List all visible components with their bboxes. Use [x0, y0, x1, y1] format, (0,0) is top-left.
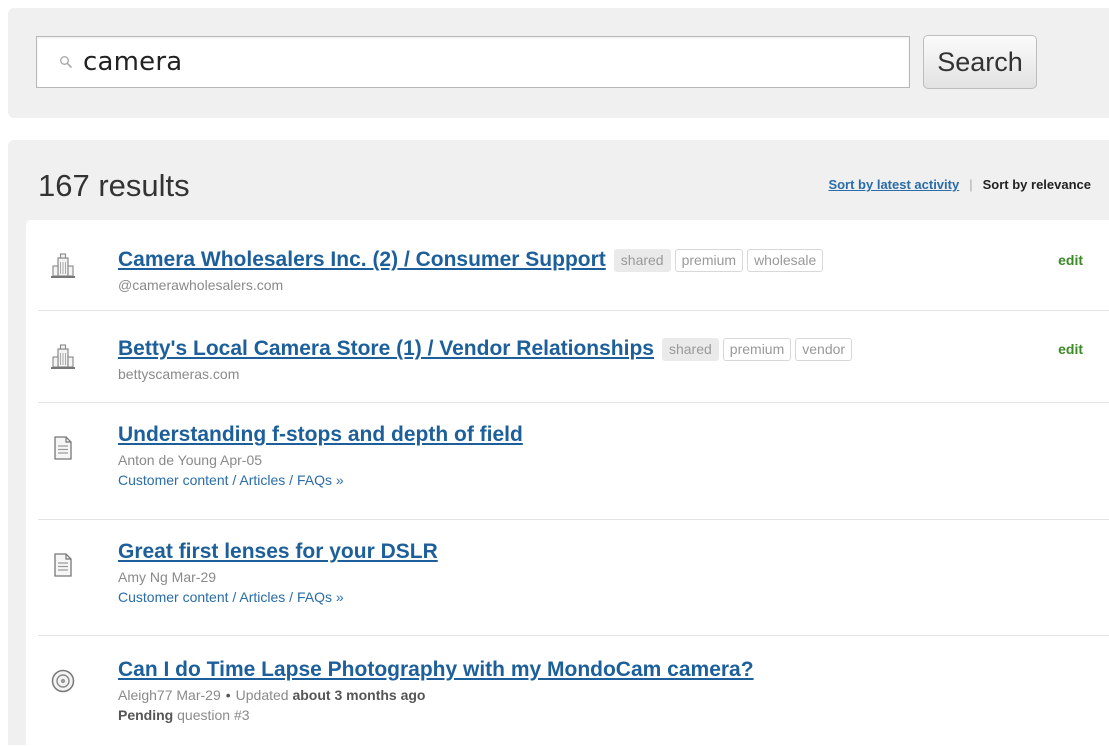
sort-by-latest-activity-link[interactable]: Sort by latest activity: [828, 177, 959, 192]
tag-shared: shared: [613, 248, 671, 272]
results-list: Camera Wholesalers Inc. (2) / Consumer S…: [26, 220, 1109, 745]
updated-label: Updated: [235, 687, 289, 703]
sort-by-relevance-link[interactable]: Sort by relevance: [983, 177, 1091, 192]
result-body: Betty's Local Camera Store (1) / Vendor …: [118, 337, 1109, 382]
edit-link[interactable]: edit: [1058, 252, 1083, 268]
question-icon: [48, 666, 78, 696]
result-body: Can I do Time Lapse Photography with my …: [118, 658, 1109, 723]
result-body: Great first lenses for your DSLR Amy Ng …: [118, 540, 1109, 605]
meta-dot: •: [225, 687, 231, 703]
result-subtitle: bettyscameras.com: [118, 366, 240, 382]
result-title-line: Great first lenses for your DSLR: [118, 540, 1109, 564]
result-author-date: Anton de Young Apr-05: [118, 452, 263, 468]
result-item: Can I do Time Lapse Photography with my …: [38, 636, 1109, 746]
updated-value: about 3 months ago: [292, 687, 426, 703]
result-title-line: Understanding f-stops and depth of field: [118, 423, 1109, 447]
tag-vendor: vendor: [795, 337, 853, 361]
tag-premium: premium: [674, 248, 744, 272]
result-title-link[interactable]: Camera Wholesalers Inc. (2) / Consumer S…: [118, 248, 606, 272]
status-pending: Pending: [118, 707, 174, 723]
result-title-line: Can I do Time Lapse Photography with my …: [118, 658, 1109, 682]
document-icon: [48, 433, 78, 463]
search-button[interactable]: Search: [923, 35, 1037, 89]
sort-separator: |: [969, 177, 973, 192]
result-title-link[interactable]: Understanding f-stops and depth of field: [118, 423, 523, 447]
building-icon: [48, 252, 78, 282]
result-category-path[interactable]: Customer content / Articles / FAQs »: [118, 472, 1109, 488]
results-count: 167 results: [38, 168, 190, 203]
result-title-line: Betty's Local Camera Store (1) / Vendor …: [118, 337, 1109, 361]
result-category-path[interactable]: Customer content / Articles / FAQs »: [118, 589, 1109, 605]
result-title-link[interactable]: Betty's Local Camera Store (1) / Vendor …: [118, 337, 654, 361]
result-title-line: Camera Wholesalers Inc. (2) / Consumer S…: [118, 248, 1109, 272]
result-status: Pending question #3: [118, 707, 1109, 723]
tag-wholesale: wholesale: [747, 248, 824, 272]
search-query-text: camera: [83, 47, 183, 77]
result-author-date: Amy Ng Mar-29: [118, 569, 217, 585]
result-title-link[interactable]: Great first lenses for your DSLR: [118, 540, 438, 564]
tag-shared: shared: [661, 337, 719, 361]
result-item: Camera Wholesalers Inc. (2) / Consumer S…: [38, 220, 1109, 311]
search-icon: [55, 51, 77, 73]
document-icon: [48, 550, 78, 580]
result-title-link[interactable]: Can I do Time Lapse Photography with my …: [118, 658, 754, 682]
search-input[interactable]: camera: [36, 36, 910, 88]
results-panel: 167 results Sort by latest activity | So…: [8, 140, 1109, 745]
result-author-date: Aleigh77 Mar-29 • Updated about 3 months a…: [118, 687, 1109, 703]
result-item: Great first lenses for your DSLR Amy Ng …: [38, 520, 1109, 636]
sort-options: Sort by latest activity | Sort by releva…: [828, 177, 1091, 192]
tag-premium: premium: [722, 337, 792, 361]
result-item: Betty's Local Camera Store (1) / Vendor …: [38, 311, 1109, 403]
search-panel: camera Search: [8, 8, 1109, 118]
result-subtitle: @camerawholesalers.com: [118, 277, 284, 293]
result-body: Understanding f-stops and depth of field…: [118, 423, 1109, 488]
result-body: Camera Wholesalers Inc. (2) / Consumer S…: [118, 248, 1109, 293]
result-item: Understanding f-stops and depth of field…: [38, 403, 1109, 520]
result-author: Aleigh77 Mar-29: [118, 687, 221, 703]
edit-link[interactable]: edit: [1058, 341, 1083, 357]
status-question-number: question #3: [177, 707, 250, 723]
building-icon: [48, 343, 78, 373]
